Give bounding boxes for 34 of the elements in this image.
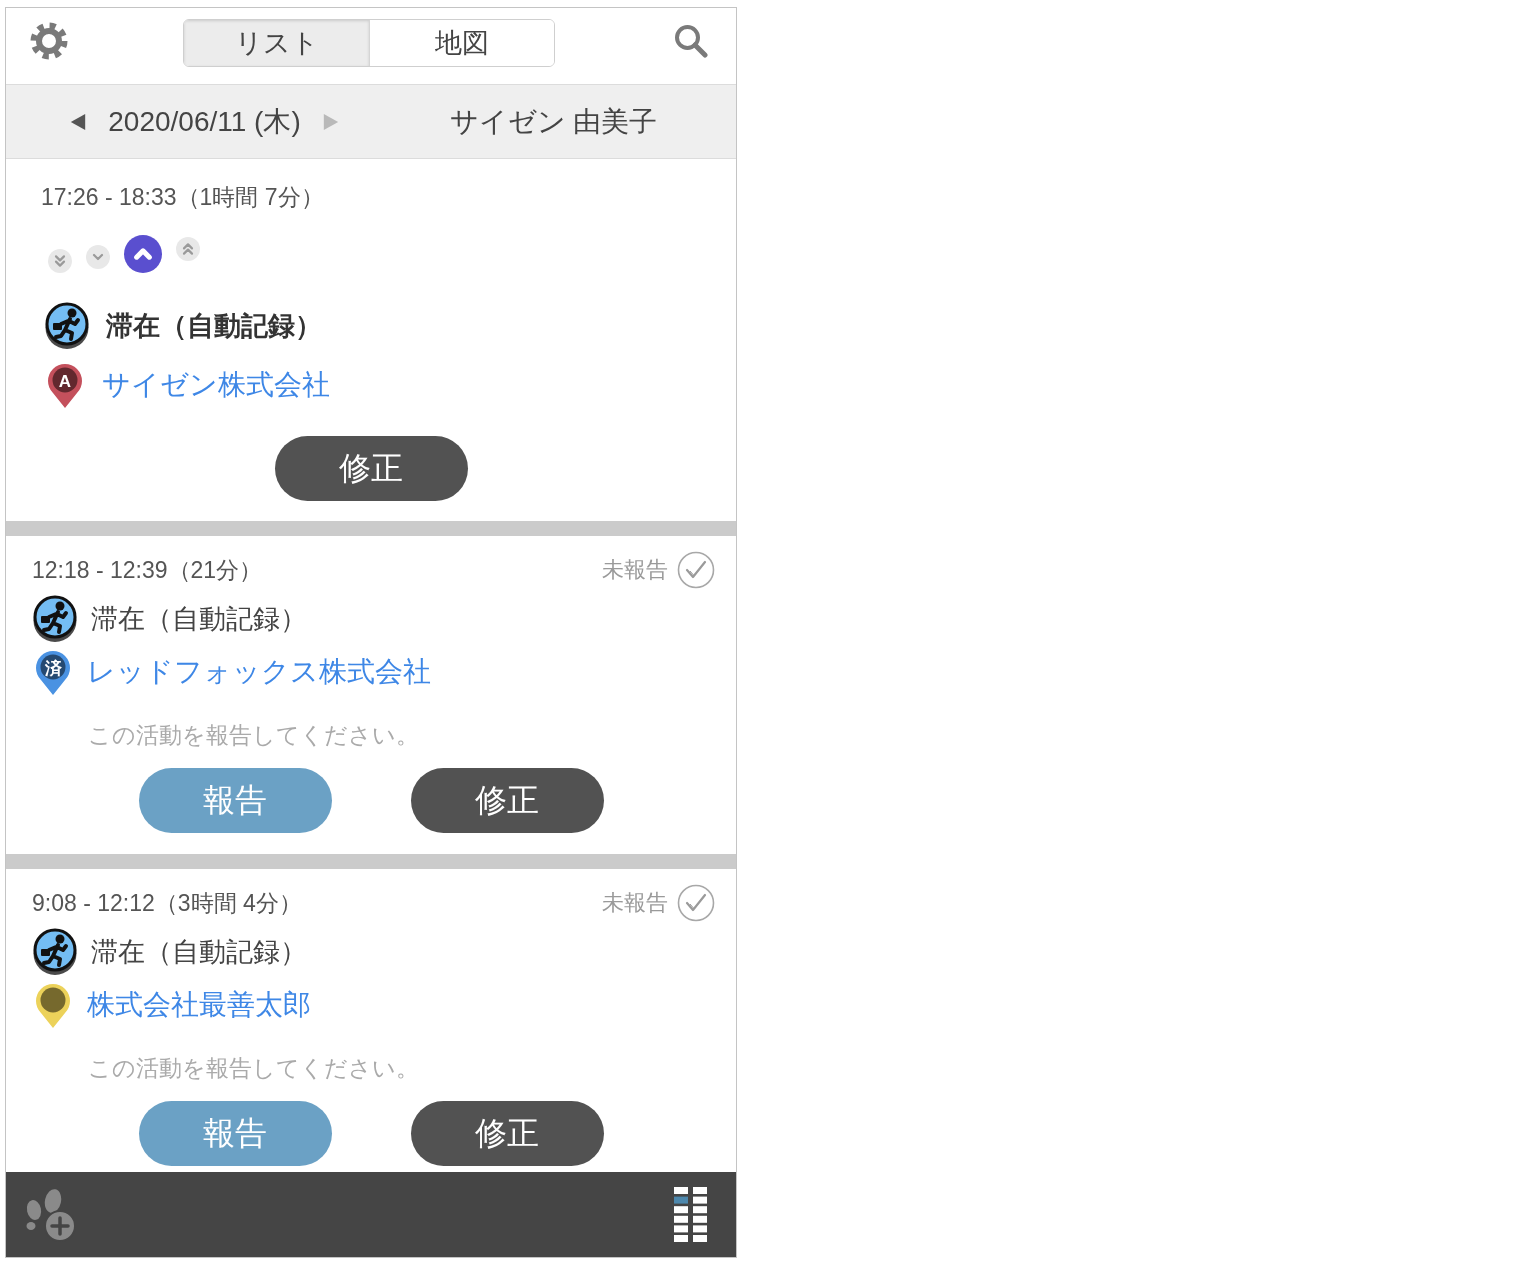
- status-label: 未報告: [602, 556, 668, 584]
- check-circle-icon[interactable]: [677, 884, 715, 922]
- check-circle-icon[interactable]: [677, 551, 715, 589]
- date-label: 2020/06/11 (木): [108, 104, 301, 139]
- activity-title: 滞在（自動記録）: [106, 310, 322, 343]
- chevron-up-icon[interactable]: [124, 235, 162, 273]
- double-chevron-up-icon[interactable]: [176, 237, 200, 261]
- search-icon[interactable]: [674, 24, 708, 58]
- footprints-add-icon[interactable]: [24, 1187, 76, 1242]
- place-link[interactable]: 株式会社最善太郎: [87, 986, 311, 1024]
- place-link[interactable]: サイゼン株式会社: [102, 366, 330, 404]
- edit-button[interactable]: 修正: [410, 1101, 604, 1166]
- left-arrow-icon[interactable]: [69, 111, 88, 132]
- edit-button[interactable]: 修正: [274, 436, 468, 501]
- time-range: 12:18 - 12:39（21分）: [32, 555, 263, 585]
- chevron-down-icon[interactable]: [86, 245, 110, 269]
- edit-button[interactable]: 修正: [410, 768, 604, 833]
- view-tab[interactable]: リスト: [184, 20, 369, 66]
- double-chevron-down-icon[interactable]: [48, 249, 72, 273]
- time-range: 9:08 - 12:12（3時間 4分）: [32, 888, 302, 918]
- user-name: サイゼン 由美子: [448, 104, 659, 139]
- report-prompt: この活動を報告してください。: [88, 721, 420, 750]
- activity-title: 滞在（自動記録）: [91, 603, 307, 636]
- activity-title: 滞在（自動記録）: [91, 936, 307, 969]
- report-prompt: この活動を報告してください。: [88, 1054, 420, 1083]
- view-tab[interactable]: 地図: [369, 20, 554, 66]
- status-label: 未報告: [602, 889, 668, 917]
- settings-icon[interactable]: [30, 22, 68, 60]
- running-person-icon: [44, 302, 90, 350]
- place-link[interactable]: レッドフォックス株式会社: [87, 653, 431, 691]
- running-person-icon: [32, 928, 78, 976]
- running-person-icon: [32, 595, 78, 643]
- grid-menu-icon[interactable]: [674, 1187, 707, 1242]
- time-range: 17:26 - 18:33（1時間 7分）: [41, 182, 324, 212]
